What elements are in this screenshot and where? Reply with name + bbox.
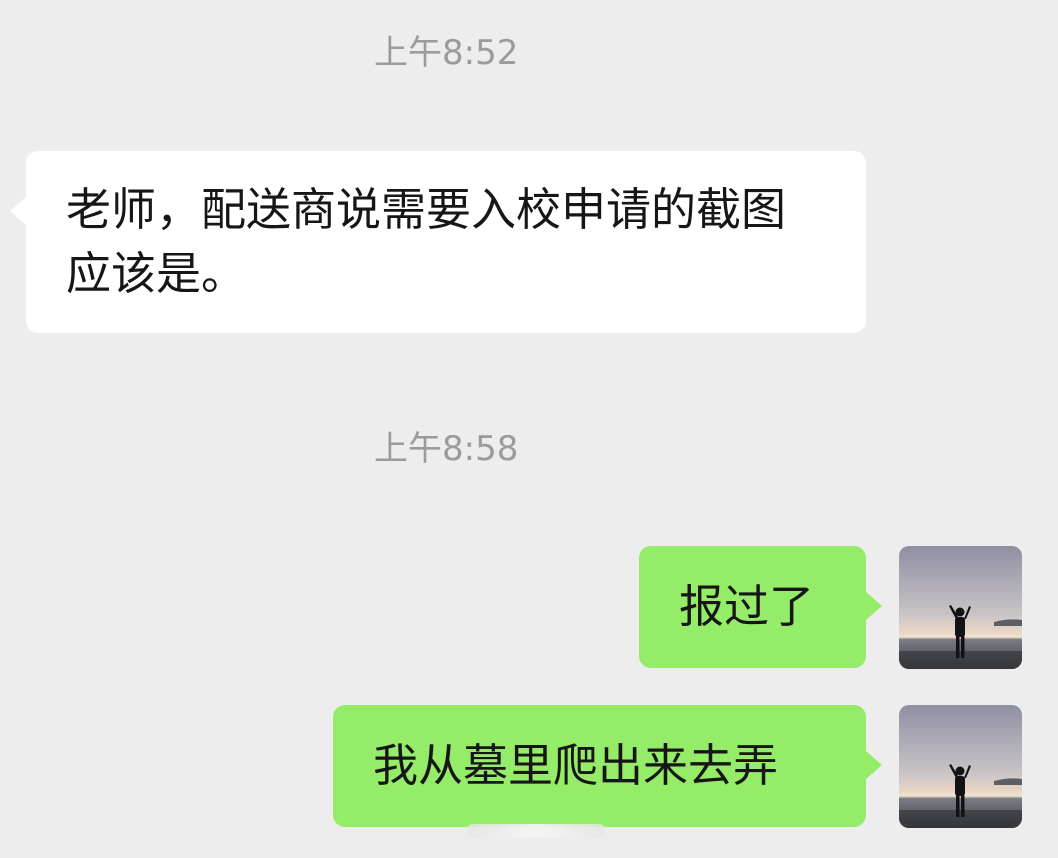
- outgoing-message-bubble[interactable]: 我从墓里爬出来去弄: [333, 705, 882, 827]
- message-text: 老师，配送商说需要入校申请的截图应该是。: [66, 183, 787, 300]
- incoming-message-bubble[interactable]: 老师，配送商说需要入校申请的截图应该是。: [10, 151, 866, 333]
- sunset-beach-avatar-icon: [899, 705, 1022, 828]
- message-text: 我从墓里爬出来去弄: [373, 739, 779, 792]
- sunset-beach-avatar-icon: [899, 546, 1022, 669]
- message-timestamp: 上午8:58: [374, 429, 519, 469]
- user-avatar[interactable]: [899, 546, 1022, 669]
- user-avatar[interactable]: [899, 705, 1022, 828]
- message-timestamp: 上午8:52: [374, 33, 519, 73]
- watermark: [468, 824, 604, 838]
- outgoing-message-bubble[interactable]: 报过了: [639, 546, 882, 668]
- message-text: 报过了: [679, 580, 815, 633]
